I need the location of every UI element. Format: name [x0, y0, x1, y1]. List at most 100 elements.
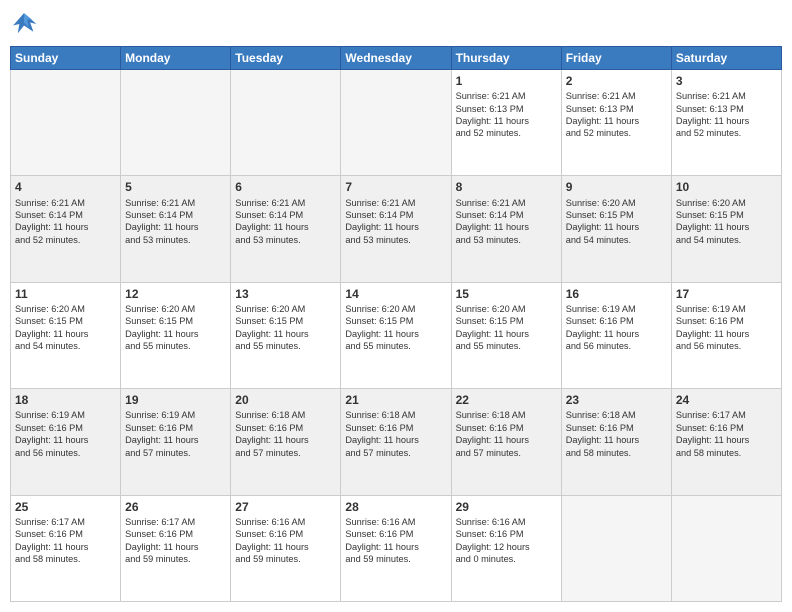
- day-header-friday: Friday: [561, 47, 671, 70]
- day-info: Sunrise: 6:20 AMSunset: 6:15 PMDaylight:…: [456, 303, 557, 353]
- day-info: Sunrise: 6:21 AMSunset: 6:14 PMDaylight:…: [15, 197, 116, 247]
- day-info: Sunrise: 6:17 AMSunset: 6:16 PMDaylight:…: [15, 516, 116, 566]
- day-info: Sunrise: 6:21 AMSunset: 6:13 PMDaylight:…: [456, 90, 557, 140]
- day-number: 1: [456, 73, 557, 89]
- day-number: 27: [235, 499, 336, 515]
- day-header-monday: Monday: [121, 47, 231, 70]
- table-row: 1Sunrise: 6:21 AMSunset: 6:13 PMDaylight…: [451, 70, 561, 176]
- day-number: 7: [345, 179, 446, 195]
- day-info: Sunrise: 6:20 AMSunset: 6:15 PMDaylight:…: [345, 303, 446, 353]
- day-number: 12: [125, 286, 226, 302]
- day-info: Sunrise: 6:21 AMSunset: 6:14 PMDaylight:…: [456, 197, 557, 247]
- day-info: Sunrise: 6:21 AMSunset: 6:13 PMDaylight:…: [676, 90, 777, 140]
- table-row: [11, 70, 121, 176]
- table-row: 20Sunrise: 6:18 AMSunset: 6:16 PMDayligh…: [231, 389, 341, 495]
- day-header-wednesday: Wednesday: [341, 47, 451, 70]
- table-row: 14Sunrise: 6:20 AMSunset: 6:15 PMDayligh…: [341, 282, 451, 388]
- day-header-tuesday: Tuesday: [231, 47, 341, 70]
- day-info: Sunrise: 6:20 AMSunset: 6:15 PMDaylight:…: [566, 197, 667, 247]
- calendar-page: SundayMondayTuesdayWednesdayThursdayFrid…: [0, 0, 792, 612]
- day-number: 26: [125, 499, 226, 515]
- table-row: 8 Sunrise: 6:21 AMSunset: 6:14 PMDaylight…: [451, 176, 561, 282]
- day-number: 16: [566, 286, 667, 302]
- day-info: Sunrise: 6:19 AMSunset: 6:16 PMDaylight:…: [125, 409, 226, 459]
- day-info: Sunrise: 6:18 AMSunset: 6:16 PMDaylight:…: [566, 409, 667, 459]
- table-row: 19Sunrise: 6:19 AMSunset: 6:16 PMDayligh…: [121, 389, 231, 495]
- table-row: 9 Sunrise: 6:20 AMSunset: 6:15 PMDaylight…: [561, 176, 671, 282]
- day-number: 5: [125, 179, 226, 195]
- calendar-week-3: 11Sunrise: 6:20 AMSunset: 6:15 PMDayligh…: [11, 282, 782, 388]
- table-row: 12Sunrise: 6:20 AMSunset: 6:15 PMDayligh…: [121, 282, 231, 388]
- calendar-week-4: 18Sunrise: 6:19 AMSunset: 6:16 PMDayligh…: [11, 389, 782, 495]
- day-number: 8: [456, 179, 557, 195]
- day-number: 23: [566, 392, 667, 408]
- day-info: Sunrise: 6:17 AMSunset: 6:16 PMDaylight:…: [125, 516, 226, 566]
- table-row: 25Sunrise: 6:17 AMSunset: 6:16 PMDayligh…: [11, 495, 121, 601]
- day-number: 9: [566, 179, 667, 195]
- day-number: 10: [676, 179, 777, 195]
- day-header-thursday: Thursday: [451, 47, 561, 70]
- logo-bird-icon: [10, 10, 38, 38]
- day-info: Sunrise: 6:21 AMSunset: 6:14 PMDaylight:…: [235, 197, 336, 247]
- day-number: 17: [676, 286, 777, 302]
- day-info: Sunrise: 6:21 AMSunset: 6:13 PMDaylight:…: [566, 90, 667, 140]
- day-info: Sunrise: 6:21 AMSunset: 6:14 PMDaylight:…: [345, 197, 446, 247]
- table-row: 26Sunrise: 6:17 AMSunset: 6:16 PMDayligh…: [121, 495, 231, 601]
- day-number: 22: [456, 392, 557, 408]
- calendar-header-row: SundayMondayTuesdayWednesdayThursdayFrid…: [11, 47, 782, 70]
- logo: [10, 10, 42, 38]
- day-info: Sunrise: 6:20 AMSunset: 6:15 PMDaylight:…: [15, 303, 116, 353]
- day-info: Sunrise: 6:18 AMSunset: 6:16 PMDaylight:…: [235, 409, 336, 459]
- day-number: 4: [15, 179, 116, 195]
- day-number: 11: [15, 286, 116, 302]
- calendar-table: SundayMondayTuesdayWednesdayThursdayFrid…: [10, 46, 782, 602]
- table-row: [231, 70, 341, 176]
- table-row: 17Sunrise: 6:19 AMSunset: 6:16 PMDayligh…: [671, 282, 781, 388]
- calendar-week-5: 25Sunrise: 6:17 AMSunset: 6:16 PMDayligh…: [11, 495, 782, 601]
- day-header-saturday: Saturday: [671, 47, 781, 70]
- day-number: 2: [566, 73, 667, 89]
- day-info: Sunrise: 6:19 AMSunset: 6:16 PMDaylight:…: [15, 409, 116, 459]
- day-number: 24: [676, 392, 777, 408]
- day-info: Sunrise: 6:19 AMSunset: 6:16 PMDaylight:…: [566, 303, 667, 353]
- table-row: 21Sunrise: 6:18 AMSunset: 6:16 PMDayligh…: [341, 389, 451, 495]
- table-row: 28Sunrise: 6:16 AMSunset: 6:16 PMDayligh…: [341, 495, 451, 601]
- calendar-week-1: 1Sunrise: 6:21 AMSunset: 6:13 PMDaylight…: [11, 70, 782, 176]
- page-header: [10, 10, 782, 38]
- day-info: Sunrise: 6:20 AMSunset: 6:15 PMDaylight:…: [676, 197, 777, 247]
- day-info: Sunrise: 6:19 AMSunset: 6:16 PMDaylight:…: [676, 303, 777, 353]
- table-row: 13Sunrise: 6:20 AMSunset: 6:15 PMDayligh…: [231, 282, 341, 388]
- day-info: Sunrise: 6:20 AMSunset: 6:15 PMDaylight:…: [235, 303, 336, 353]
- day-number: 28: [345, 499, 446, 515]
- day-number: 19: [125, 392, 226, 408]
- table-row: 22Sunrise: 6:18 AMSunset: 6:16 PMDayligh…: [451, 389, 561, 495]
- day-number: 25: [15, 499, 116, 515]
- table-row: [121, 70, 231, 176]
- table-row: 6 Sunrise: 6:21 AMSunset: 6:14 PMDaylight…: [231, 176, 341, 282]
- day-info: Sunrise: 6:18 AMSunset: 6:16 PMDaylight:…: [456, 409, 557, 459]
- day-number: 15: [456, 286, 557, 302]
- day-info: Sunrise: 6:20 AMSunset: 6:15 PMDaylight:…: [125, 303, 226, 353]
- table-row: 24Sunrise: 6:17 AMSunset: 6:16 PMDayligh…: [671, 389, 781, 495]
- table-row: 15Sunrise: 6:20 AMSunset: 6:15 PMDayligh…: [451, 282, 561, 388]
- day-number: 3: [676, 73, 777, 89]
- day-info: Sunrise: 6:18 AMSunset: 6:16 PMDaylight:…: [345, 409, 446, 459]
- table-row: 23Sunrise: 6:18 AMSunset: 6:16 PMDayligh…: [561, 389, 671, 495]
- table-row: 7 Sunrise: 6:21 AMSunset: 6:14 PMDaylight…: [341, 176, 451, 282]
- calendar-week-2: 4 Sunrise: 6:21 AMSunset: 6:14 PMDaylight…: [11, 176, 782, 282]
- day-number: 18: [15, 392, 116, 408]
- day-number: 21: [345, 392, 446, 408]
- table-row: 27Sunrise: 6:16 AMSunset: 6:16 PMDayligh…: [231, 495, 341, 601]
- table-row: 4 Sunrise: 6:21 AMSunset: 6:14 PMDaylight…: [11, 176, 121, 282]
- table-row: 5Sunrise: 6:21 AMSunset: 6:14 PMDaylight…: [121, 176, 231, 282]
- table-row: 18Sunrise: 6:19 AMSunset: 6:16 PMDayligh…: [11, 389, 121, 495]
- day-number: 6: [235, 179, 336, 195]
- day-info: Sunrise: 6:16 AMSunset: 6:16 PMDaylight:…: [235, 516, 336, 566]
- day-number: 14: [345, 286, 446, 302]
- day-header-sunday: Sunday: [11, 47, 121, 70]
- table-row: 3Sunrise: 6:21 AMSunset: 6:13 PMDaylight…: [671, 70, 781, 176]
- table-row: 2Sunrise: 6:21 AMSunset: 6:13 PMDaylight…: [561, 70, 671, 176]
- table-row: 11Sunrise: 6:20 AMSunset: 6:15 PMDayligh…: [11, 282, 121, 388]
- day-info: Sunrise: 6:16 AMSunset: 6:16 PMDaylight:…: [345, 516, 446, 566]
- day-number: 20: [235, 392, 336, 408]
